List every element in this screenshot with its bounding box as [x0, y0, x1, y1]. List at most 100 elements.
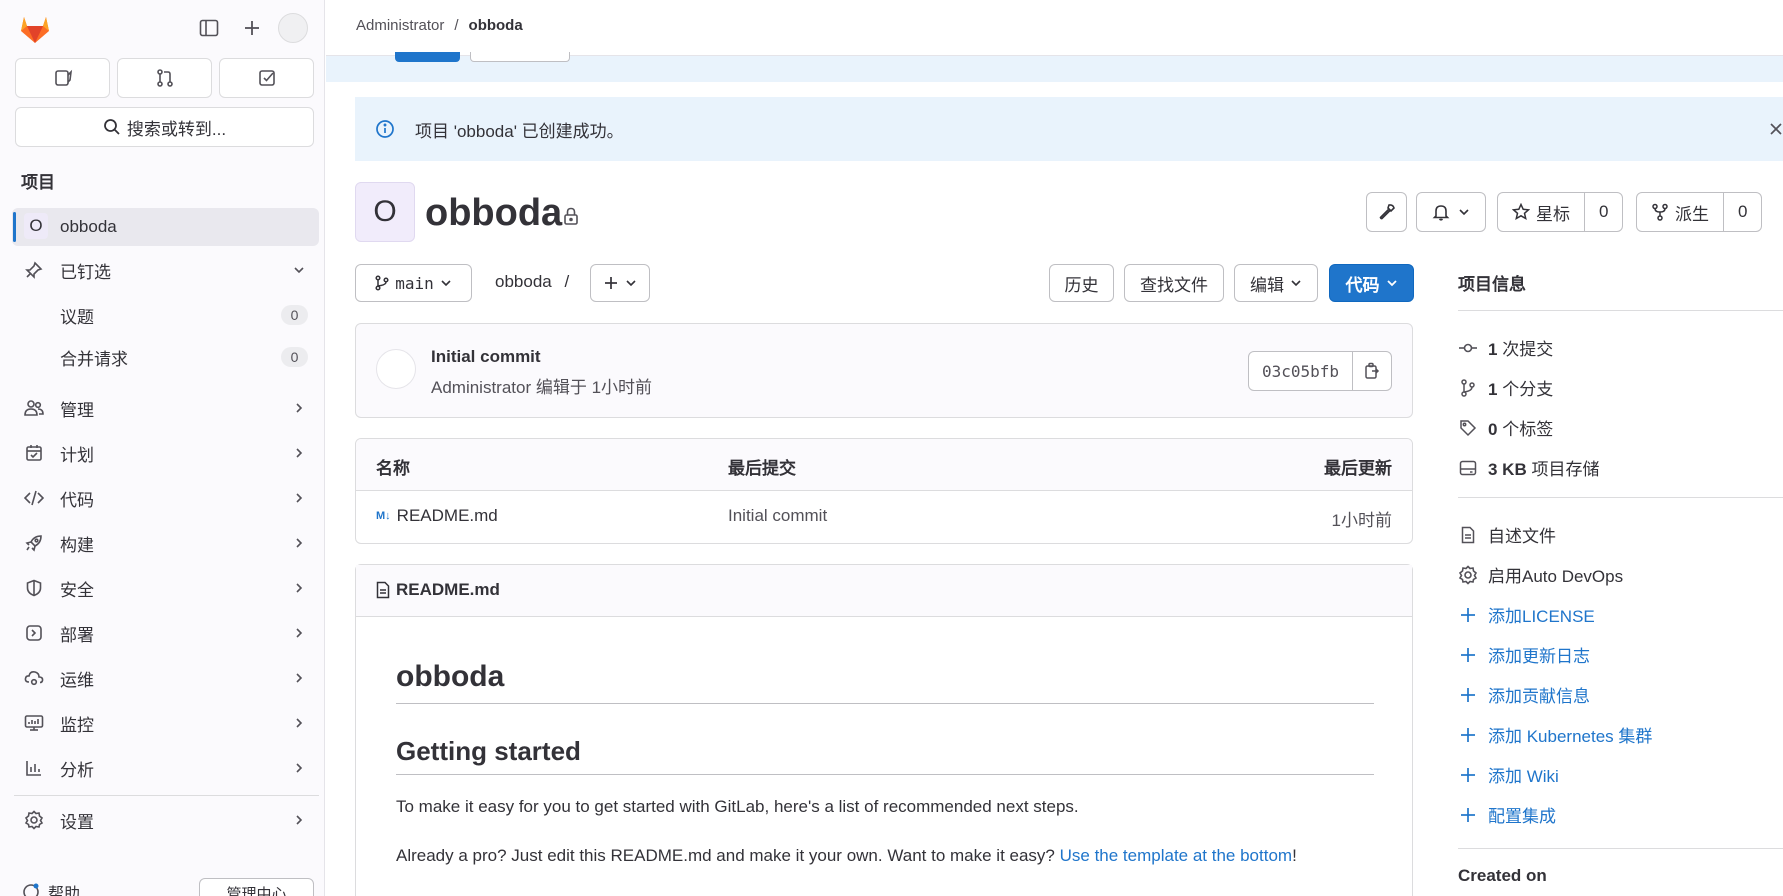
edit-dropdown[interactable]: 编辑	[1234, 264, 1318, 302]
add-wiki-label: 添加 Wiki	[1488, 767, 1559, 786]
readme-heading-2: Getting started	[396, 736, 581, 766]
plus-icon	[1458, 805, 1478, 825]
search-button[interactable]: 搜索或转到...	[15, 107, 314, 147]
storage-stat[interactable]: 3 KB 项目存储	[1458, 455, 1599, 480]
alert-text: 项目 'obboda' 已创建成功。	[415, 121, 624, 141]
gitlab-logo-icon[interactable]	[18, 12, 52, 44]
close-icon[interactable]	[1769, 122, 1783, 136]
chevron-right-icon	[293, 582, 305, 594]
commits-count: 1	[1488, 340, 1498, 359]
template-link[interactable]: Use the template at the bottom	[1060, 846, 1292, 865]
breadcrumb: Administrator / obboda	[356, 17, 523, 34]
file-updated: 1小时前	[1331, 511, 1392, 530]
banner-primary-button-edge[interactable]	[395, 52, 460, 62]
sidebar: 搜索或转到... 项目 O obboda 已钉选 议题 0 合并请求 0 管理 …	[0, 0, 325, 896]
sidebar-item-analyze[interactable]: 分析	[12, 749, 319, 787]
commit-title[interactable]: Initial commit	[431, 347, 541, 367]
star-count[interactable]: 0	[1584, 193, 1622, 231]
commit-author-avatar[interactable]	[376, 349, 416, 389]
top-bar: Administrator / obboda	[326, 0, 1783, 56]
chart-icon	[24, 758, 44, 778]
add-kubernetes-link[interactable]: 添加 Kubernetes 集群	[1458, 722, 1652, 747]
tags-stat[interactable]: 0 个标签	[1458, 415, 1553, 440]
readme-filename: README.md	[396, 580, 500, 599]
bell-icon	[1432, 203, 1450, 221]
file-table: 名称 最后提交 最后更新 M↓ README.md Initial commit…	[355, 438, 1413, 544]
plus-icon[interactable]	[236, 12, 268, 44]
sidebar-item-project[interactable]: O obboda	[12, 208, 319, 246]
divider	[1458, 497, 1783, 498]
sidebar-item-build[interactable]: 构建	[12, 524, 319, 562]
chevron-right-icon	[293, 672, 305, 684]
project-info-title: 项目信息	[1458, 275, 1526, 294]
calendar-icon	[24, 443, 44, 463]
users-icon	[24, 398, 44, 418]
file-last-commit[interactable]: Initial commit	[728, 506, 827, 526]
breadcrumb-item-user[interactable]: Administrator	[356, 17, 444, 34]
admin-area-button[interactable]: 管理中心	[199, 878, 314, 896]
sidebar-item-secure[interactable]: 安全	[12, 569, 319, 607]
deploy-icon	[24, 623, 44, 643]
auto-devops-link[interactable]: 启用Auto DevOps	[1458, 562, 1623, 587]
help-link[interactable]: 帮助	[22, 880, 80, 896]
star-button[interactable]: 星标	[1498, 193, 1584, 231]
cloud-gear-icon	[24, 668, 44, 688]
code-label: 代码	[1345, 275, 1380, 295]
project-avatar: O	[355, 182, 415, 242]
find-file-button[interactable]: 查找文件	[1124, 264, 1224, 302]
merge-requests-quick-button[interactable]	[117, 58, 212, 98]
history-button[interactable]: 历史	[1049, 264, 1114, 302]
add-file-dropdown[interactable]	[590, 264, 650, 302]
sidebar-item-monitor[interactable]: 监控	[12, 704, 319, 742]
sidebar-item-settings[interactable]: 设置	[12, 801, 319, 839]
readme-header-title[interactable]: README.md	[376, 580, 500, 600]
branch-name: main	[395, 273, 434, 293]
gear-icon	[1458, 564, 1478, 585]
copy-icon[interactable]	[1353, 352, 1391, 390]
branches-stat[interactable]: 1 个分支	[1458, 375, 1553, 400]
sidebar-item-code[interactable]: 代码	[12, 479, 319, 517]
search-label: 搜索或转到...	[126, 119, 227, 139]
readme-link[interactable]: 自述文件	[1458, 522, 1556, 547]
notification-dropdown[interactable]	[1416, 192, 1486, 232]
commit-author[interactable]: Administrator	[431, 378, 531, 397]
banner-secondary-button-edge[interactable]	[470, 52, 570, 62]
configure-integrations-link[interactable]: 配置集成	[1458, 802, 1556, 827]
chevron-down-icon	[1290, 277, 1302, 289]
sidebar-item-label: 代码	[60, 490, 94, 510]
commit-icon	[1458, 338, 1478, 358]
readme-heading-1: obboda	[396, 660, 505, 693]
add-wiki-link[interactable]: 添加 Wiki	[1458, 762, 1559, 787]
commits-stat[interactable]: 1 次提交	[1458, 335, 1553, 360]
sidebar-item-plan[interactable]: 计划	[12, 434, 319, 472]
sidebar-item-pinned[interactable]: 已钉选	[12, 251, 319, 289]
sidebar-item-issues[interactable]: 议题 0	[12, 296, 319, 334]
storage-size: 3 KB	[1488, 460, 1527, 479]
breadcrumb-item-project[interactable]: obboda	[469, 17, 523, 34]
sidebar-toggle-icon[interactable]	[193, 12, 225, 44]
project-settings-button[interactable]	[1366, 192, 1407, 232]
commit-sha[interactable]: 03c05bfb	[1249, 352, 1353, 390]
branch-selector[interactable]: main	[355, 264, 472, 302]
divider	[396, 774, 1374, 775]
file-name-cell[interactable]: M↓ README.md	[376, 506, 498, 526]
add-license-link[interactable]: 添加LICENSE	[1458, 602, 1595, 627]
add-contributing-link[interactable]: 添加贡献信息	[1458, 682, 1590, 707]
add-changelog-link[interactable]: 添加更新日志	[1458, 642, 1590, 667]
fork-count[interactable]: 0	[1723, 193, 1761, 231]
todo-quick-button[interactable]	[219, 58, 314, 98]
fork-button[interactable]: 派生	[1637, 193, 1723, 231]
plus-icon	[1458, 765, 1478, 785]
sidebar-item-merge-requests[interactable]: 合并请求 0	[12, 338, 319, 376]
sidebar-item-manage[interactable]: 管理	[12, 389, 319, 427]
issues-quick-button[interactable]	[15, 58, 110, 98]
table-row[interactable]: M↓ README.md Initial commit 1小时前	[356, 491, 1412, 543]
commit-sha-group: 03c05bfb	[1247, 351, 1392, 391]
chevron-right-icon	[293, 537, 305, 549]
user-avatar[interactable]	[278, 13, 308, 43]
sidebar-item-operate[interactable]: 运维	[12, 659, 319, 697]
sidebar-item-deploy[interactable]: 部署	[12, 614, 319, 652]
code-dropdown[interactable]: 代码	[1329, 264, 1414, 302]
star-button-group: 星标 0	[1497, 192, 1624, 232]
repo-path-root[interactable]: obboda	[495, 272, 552, 291]
